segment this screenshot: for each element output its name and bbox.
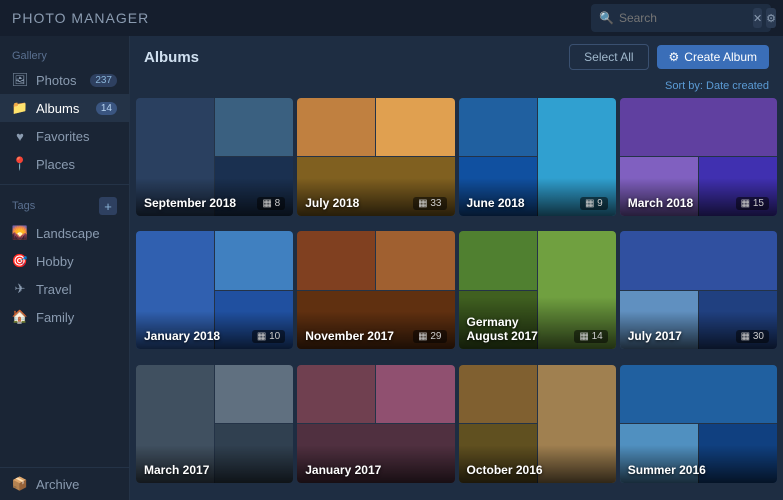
favorites-icon: ♥: [12, 128, 28, 144]
album-count: ▦ 8: [257, 197, 285, 210]
family-icon: 🏠: [12, 309, 28, 325]
sidebar-item-travel[interactable]: ✈ Travel: [0, 275, 129, 303]
sidebar-item-label: Favorites: [36, 129, 89, 144]
search-icon: 🔍: [599, 11, 614, 25]
sidebar-item-hobby[interactable]: 🎯 Hobby: [0, 247, 129, 275]
album-tile[interactable]: GermanyAugust 2017 ▦ 14: [459, 231, 616, 349]
album-grid: September 2018 ▦ 8 July 2018 ▦ 33 June 2…: [130, 98, 783, 500]
sidebar-divider: [0, 184, 129, 185]
search-clear-button[interactable]: ✕: [753, 8, 762, 28]
album-label: October 2016: [459, 445, 616, 483]
sidebar-item-photos[interactable]: 🖼 Photos 237: [0, 66, 129, 94]
logo-bold: PHOTO: [12, 10, 67, 26]
album-tile[interactable]: September 2018 ▦ 8: [136, 98, 293, 216]
content-title: Albums: [144, 49, 569, 66]
album-count: ▦ 33: [413, 197, 446, 210]
photos-badge: 237: [90, 74, 117, 87]
topbar-settings-button[interactable]: ⚙: [766, 8, 776, 28]
create-album-button[interactable]: ⚙ Create Album: [657, 45, 769, 69]
sidebar-item-landscape[interactable]: 🌄 Landscape: [0, 219, 129, 247]
album-tile[interactable]: October 2016: [459, 365, 616, 483]
album-label: January 2017: [297, 445, 454, 483]
logo-light: MANAGER: [71, 10, 149, 26]
app-logo: PHOTO MANAGER: [12, 10, 149, 26]
sidebar-item-label: Photos: [36, 73, 76, 88]
archive-icon: 📦: [12, 476, 28, 492]
gallery-section-label: Gallery: [0, 44, 129, 66]
sidebar-item-label: Albums: [36, 101, 79, 116]
search-bar[interactable]: 🔍 ✕ ⚙: [591, 4, 771, 32]
album-count: ▦ 30: [736, 330, 769, 343]
places-icon: 📍: [12, 156, 28, 172]
sidebar-item-label: Places: [36, 157, 75, 172]
album-tile[interactable]: March 2017: [136, 365, 293, 483]
album-label: March 2017: [136, 445, 293, 483]
create-album-label: Create Album: [684, 50, 757, 64]
sidebar-item-label: Family: [36, 310, 74, 325]
album-label: Summer 2016: [620, 445, 777, 483]
hobby-icon: 🎯: [12, 253, 28, 269]
create-album-icon: ⚙: [669, 50, 680, 64]
sidebar-item-label: Hobby: [36, 254, 74, 269]
content-area: Albums Select All ⚙ Create Album Sort by…: [130, 36, 783, 500]
album-tile[interactable]: July 2017 ▦ 30: [620, 231, 777, 349]
sidebar-item-family[interactable]: 🏠 Family: [0, 303, 129, 331]
album-count: ▦ 29: [413, 330, 446, 343]
search-input[interactable]: [619, 11, 749, 25]
albums-icon: 📁: [12, 100, 28, 116]
sidebar-item-places[interactable]: 📍 Places: [0, 150, 129, 178]
archive-item[interactable]: 📦 Archive: [12, 476, 117, 492]
content-header: Albums Select All ⚙ Create Album: [130, 36, 783, 78]
album-tile[interactable]: July 2018 ▦ 33: [297, 98, 454, 216]
photos-icon: 🖼: [12, 72, 28, 88]
travel-icon: ✈: [12, 281, 28, 297]
sidebar-item-label: Travel: [36, 282, 72, 297]
album-tile[interactable]: June 2018 ▦ 9: [459, 98, 616, 216]
sidebar-archive[interactable]: 📦 Archive: [0, 467, 129, 500]
landscape-icon: 🌄: [12, 225, 28, 241]
album-tile[interactable]: Summer 2016: [620, 365, 777, 483]
album-tile[interactable]: January 2018 ▦ 10: [136, 231, 293, 349]
select-all-button[interactable]: Select All: [569, 44, 648, 70]
sort-value[interactable]: Date created: [706, 80, 769, 92]
album-count: ▦ 10: [252, 330, 285, 343]
album-count: ▦ 15: [736, 197, 769, 210]
sidebar-item-label: Landscape: [36, 226, 100, 241]
album-count: ▦ 9: [580, 197, 608, 210]
albums-badge: 14: [96, 102, 117, 115]
tags-section-label: Tags: [12, 200, 99, 212]
add-tag-button[interactable]: +: [99, 197, 117, 215]
sidebar-item-albums[interactable]: 📁 Albums 14: [0, 94, 129, 122]
sort-label: Sort by:: [665, 80, 703, 92]
sidebar: Gallery 🖼 Photos 237 📁 Albums 14 ♥ Favor…: [0, 36, 130, 500]
topbar: PHOTO MANAGER 🔍 ✕ ⚙: [0, 0, 783, 36]
sort-bar: Sort by: Date created: [130, 78, 783, 98]
sidebar-archive-label: Archive: [36, 477, 79, 492]
main-layout: Gallery 🖼 Photos 237 📁 Albums 14 ♥ Favor…: [0, 36, 783, 500]
album-tile[interactable]: March 2018 ▦ 15: [620, 98, 777, 216]
album-tile[interactable]: November 2017 ▦ 29: [297, 231, 454, 349]
tags-header: Tags +: [0, 191, 129, 219]
sidebar-item-favorites[interactable]: ♥ Favorites: [0, 122, 129, 150]
album-tile[interactable]: January 2017: [297, 365, 454, 483]
album-count: ▦ 14: [574, 330, 607, 343]
